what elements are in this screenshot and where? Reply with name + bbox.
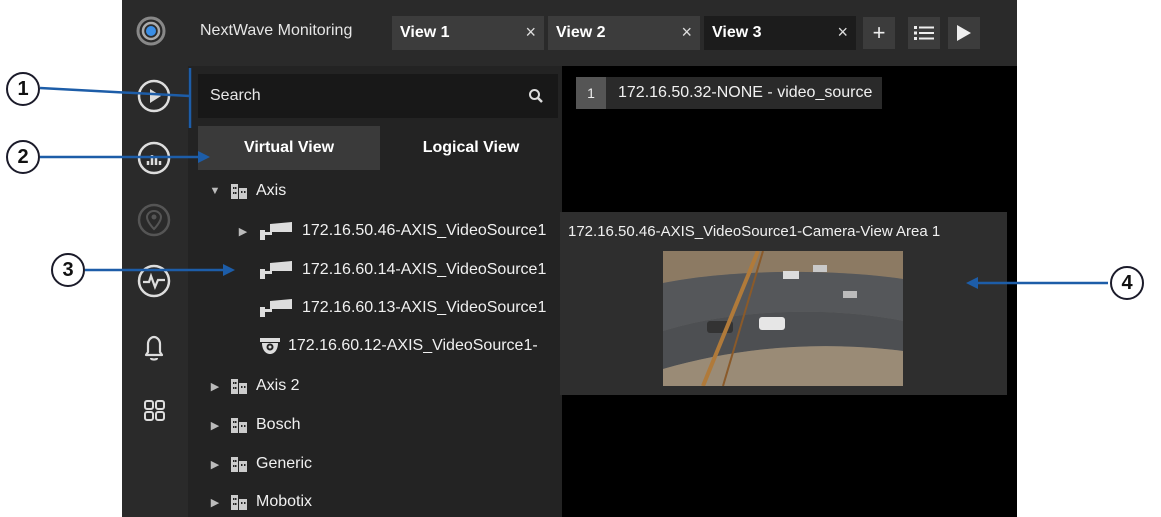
callout-2: 2	[6, 140, 40, 174]
callout-3: 3	[51, 253, 85, 287]
callout-1: 1	[6, 72, 40, 106]
callout-4: 4	[1110, 266, 1144, 300]
annotation-arrows	[39, 68, 1108, 289]
